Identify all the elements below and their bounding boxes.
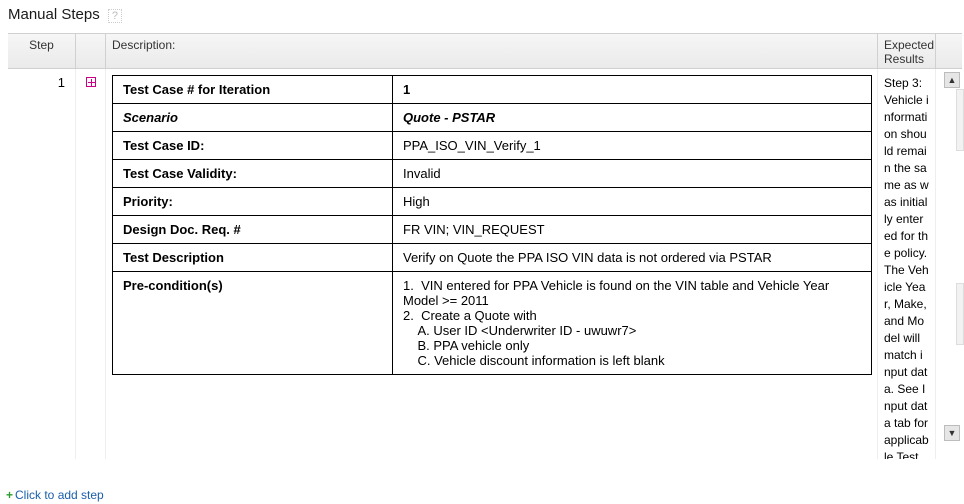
value-design-req: FR VIN; VIN_REQUEST [393, 216, 872, 244]
scroll-down-button[interactable]: ▼ [944, 425, 960, 441]
col-header-spacer [76, 34, 106, 68]
table-row: Test Case ID: PPA_ISO_VIN_Verify_1 [113, 132, 872, 160]
side-panel-stub [956, 89, 964, 151]
label-scenario: Scenario [113, 104, 393, 132]
table-row: Test Description Verify on Quote the PPA… [113, 244, 872, 272]
value-preconditions: 1. VIN entered for PPA Vehicle is found … [403, 278, 861, 368]
label-design-req: Design Doc. Req. # [113, 216, 393, 244]
label-validity: Test Case Validity: [113, 160, 393, 188]
steps-grid: Step Description: Expected Results 1 Tes… [8, 33, 962, 459]
grid-header-row: Step Description: Expected Results [8, 33, 962, 69]
grid-body-row: 1 Test Case # for Iteration 1 Scenario Q… [8, 69, 962, 459]
plus-icon: + [6, 488, 13, 502]
section-title-text: Manual Steps [8, 6, 100, 23]
table-row: Design Doc. Req. # FR VIN; VIN_REQUEST [113, 216, 872, 244]
table-row: Priority: High [113, 188, 872, 216]
add-step-link[interactable]: +Click to add step [6, 488, 104, 502]
value-validity: Invalid [393, 160, 872, 188]
label-preconditions: Pre-condition(s) [113, 272, 393, 375]
value-test-case-id: PPA_ISO_VIN_Verify_1 [393, 132, 872, 160]
section-title: Manual Steps ? [0, 0, 964, 33]
step-number[interactable]: 1 [8, 69, 76, 459]
table-row: Test Case # for Iteration 1 [113, 76, 872, 104]
help-icon[interactable]: ? [108, 9, 122, 23]
label-test-description: Test Description [113, 244, 393, 272]
side-panel-stub [956, 283, 964, 345]
add-step-label: Click to add step [15, 488, 104, 502]
scroll-up-button[interactable]: ▲ [944, 72, 960, 88]
step-description-cell[interactable]: Test Case # for Iteration 1 Scenario Quo… [106, 69, 878, 459]
table-row: Test Case Validity: Invalid [113, 160, 872, 188]
value-test-description: Verify on Quote the PPA ISO VIN data is … [393, 244, 872, 272]
table-row: Scenario Quote - PSTAR [113, 104, 872, 132]
col-header-step[interactable]: Step [8, 34, 76, 68]
value-priority: High [393, 188, 872, 216]
test-case-table: Test Case # for Iteration 1 Scenario Quo… [112, 75, 872, 375]
step-expand-toggle[interactable] [76, 69, 106, 459]
expand-icon [86, 77, 96, 87]
col-header-description[interactable]: Description: [106, 34, 878, 68]
label-test-case-iteration: Test Case # for Iteration [113, 76, 393, 104]
label-test-case-id: Test Case ID: [113, 132, 393, 160]
step-expected-cell[interactable]: Step 3: Vehicle information should remai… [878, 69, 936, 459]
table-row: Pre-condition(s) 1. VIN entered for PPA … [113, 272, 872, 375]
label-priority: Priority: [113, 188, 393, 216]
col-header-expected[interactable]: Expected Results [878, 34, 936, 68]
value-test-case-iteration: 1 [403, 82, 410, 97]
value-scenario: Quote - PSTAR [393, 104, 872, 132]
